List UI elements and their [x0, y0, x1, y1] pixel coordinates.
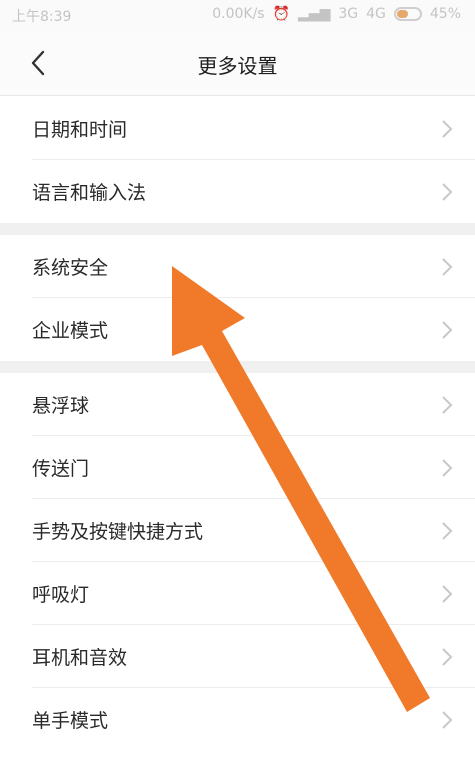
list-item-label: 单手模式: [32, 710, 109, 732]
list-item-label: 企业模式: [32, 320, 109, 342]
list-item-breathing-light[interactable]: 呼吸灯: [0, 562, 475, 625]
list-item-label: 耳机和音效: [32, 647, 128, 669]
chevron-right-icon: [442, 183, 453, 201]
list-item-label: 语言和输入法: [32, 182, 147, 204]
page-title: 更多设置: [197, 54, 278, 78]
network-speed: 0.00K/s: [212, 6, 265, 22]
settings-group-3: 悬浮球 传送门 手势及按键快捷方式 呼吸灯 耳机和音效 单手模式: [0, 373, 475, 751]
list-item-system-security[interactable]: 系统安全: [0, 235, 475, 298]
battery-icon: [393, 7, 422, 21]
battery-percent: 45%: [429, 6, 461, 22]
list-item-headphones-audio[interactable]: 耳机和音效: [0, 625, 475, 688]
list-item-label: 系统安全: [32, 257, 109, 279]
list-item-label: 日期和时间: [32, 119, 128, 141]
list-item-portal[interactable]: 传送门: [0, 436, 475, 499]
list-item-enterprise-mode[interactable]: 企业模式: [0, 298, 475, 361]
signal-icon: ▂▄▆: [298, 6, 331, 22]
list-item-floating-ball[interactable]: 悬浮球: [0, 373, 475, 436]
list-item-language-input[interactable]: 语言和输入法: [0, 160, 475, 223]
signal-4g-label: 4G: [366, 6, 386, 22]
chevron-right-icon: [442, 321, 453, 339]
list-item-gesture-shortcuts[interactable]: 手势及按键快捷方式: [0, 499, 475, 562]
list-item-one-hand-mode[interactable]: 单手模式: [0, 688, 475, 751]
chevron-right-icon: [442, 258, 453, 276]
status-time: 上午8:39: [12, 9, 72, 25]
chevron-right-icon: [442, 396, 453, 414]
header: 更多设置: [0, 30, 475, 96]
list-item-label: 悬浮球: [32, 395, 90, 417]
settings-group-1: 日期和时间 语言和输入法: [0, 97, 475, 223]
chevron-right-icon: [442, 585, 453, 603]
group-separator: [0, 223, 475, 235]
signal-3g-label: 3G: [338, 6, 359, 22]
status-bar: 上午8:39 0.00K/s ⏰ ▂▄▆ 3G 4G 45%: [0, 0, 475, 30]
list-item-label: 呼吸灯: [32, 584, 90, 606]
status-indicators: 0.00K/s ⏰ ▂▄▆ 3G 4G 45%: [212, 6, 461, 22]
group-separator: [0, 361, 475, 373]
settings-group-2: 系统安全 企业模式: [0, 235, 475, 361]
list-item-label: 手势及按键快捷方式: [32, 521, 204, 543]
list-item-label: 传送门: [32, 458, 90, 480]
alarm-icon: ⏰: [272, 6, 291, 22]
chevron-right-icon: [442, 711, 453, 729]
chevron-right-icon: [442, 522, 453, 540]
chevron-right-icon: [442, 648, 453, 666]
list-item-date-time[interactable]: 日期和时间: [0, 97, 475, 160]
chevron-right-icon: [442, 120, 453, 138]
chevron-right-icon: [442, 459, 453, 477]
